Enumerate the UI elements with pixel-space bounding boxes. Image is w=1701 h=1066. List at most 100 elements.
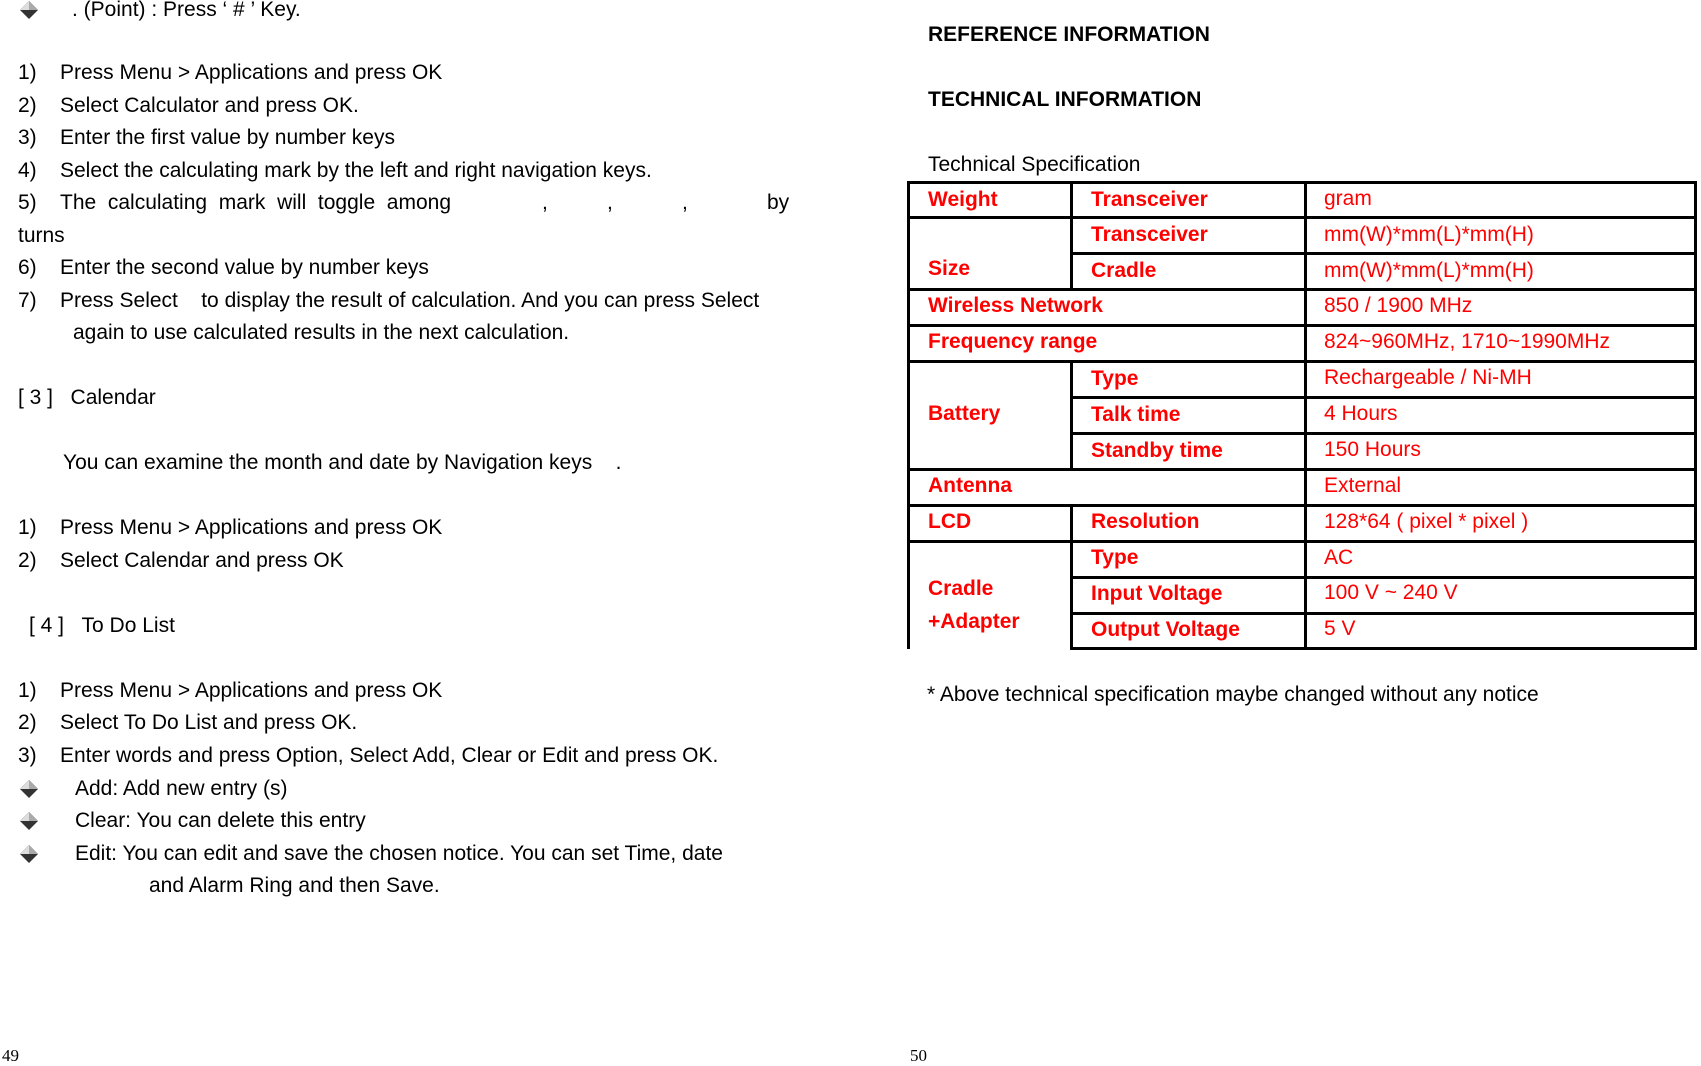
table-rule — [1070, 252, 1697, 255]
group-wireless-network: Wireless Network — [928, 294, 1103, 317]
table-rule — [907, 504, 1697, 507]
item-label: Output Voltage — [1091, 618, 1240, 641]
step-text: Select Calendar and press OK — [60, 549, 344, 572]
item-label: Cradle — [1091, 259, 1157, 282]
spec-footnote: * Above technical specification maybe ch… — [927, 683, 1539, 706]
group-cradle: Cradle — [928, 577, 994, 600]
calc-step-7-wrap: again to use calculated results in the n… — [73, 321, 570, 344]
item-label: Type — [1091, 546, 1139, 569]
item-label: Type — [1091, 367, 1139, 390]
table-border — [907, 181, 1697, 184]
value-cell: 5 V — [1324, 617, 1356, 640]
value-cell: 150 Hours — [1324, 438, 1421, 461]
section-heading-todo: [ 4 ] To Do List — [29, 614, 175, 638]
todo-bullet-add: Add: Add new entry (s) — [75, 777, 288, 800]
toggle-separator: , — [542, 191, 548, 214]
technical-heading: TECHNICAL INFORMATION — [928, 88, 1202, 111]
arrow-bullet-icon — [20, 1, 38, 19]
step-number: 2) — [18, 549, 37, 572]
table-rule — [1070, 360, 1073, 469]
todo-step-1: 1) Press Menu > Applications and press OK — [18, 679, 442, 703]
reference-heading: REFERENCE INFORMATION — [928, 23, 1210, 46]
step-number: 3) — [18, 126, 37, 149]
step-number: 1) — [18, 516, 37, 539]
step-text: The calculating mark will toggle among — [60, 191, 452, 214]
calc-step-1: 1) Press Menu > Applications and press OK — [18, 61, 442, 85]
group-battery: Battery — [928, 402, 1001, 425]
step-text: Press Menu > Applications and press OK — [60, 61, 443, 84]
step-number: 5) — [18, 191, 37, 214]
value-cell: 824~960MHz, 1710~1990MHz — [1324, 330, 1611, 353]
table-rule — [1070, 396, 1697, 399]
table-rule — [907, 468, 1697, 471]
table-border — [1694, 181, 1697, 650]
table-rule — [1070, 504, 1073, 650]
calendar-step-1: 1) Press Menu > Applications and press OK — [18, 516, 442, 540]
value-cell: Rechargeable / Ni-MH — [1324, 366, 1532, 389]
table-rule — [907, 324, 1697, 327]
arrow-bullet-icon — [20, 845, 38, 863]
group-antenna: Antenna — [928, 474, 1012, 497]
step-text: Select Calculator and press OK. — [60, 94, 359, 117]
spec-table: Weight Size Wireless Network Frequency r… — [907, 181, 1697, 650]
step-text: Press Menu > Applications and press OK — [60, 516, 443, 539]
item-label: Talk time — [1091, 403, 1181, 426]
item-label: Transceiver — [1091, 188, 1208, 211]
table-rule — [907, 360, 1697, 363]
step-number: 7) — [18, 289, 37, 312]
item-label: Resolution — [1091, 510, 1200, 533]
calc-step-7: 7) Press Select to display the result of … — [18, 289, 759, 313]
page-number: 49 — [2, 1046, 19, 1065]
calc-step-5-wrap: turns — [18, 224, 65, 247]
arrow-bullet-icon — [20, 780, 38, 798]
step-number: 4) — [18, 159, 37, 182]
value-cell: External — [1324, 474, 1402, 497]
arrow-bullet-icon — [20, 812, 38, 830]
calc-step-5: 5) The calculating mark will toggle among — [18, 191, 451, 215]
step-text: Press Menu > Applications and press OK — [60, 679, 443, 702]
step-text: Enter words and press Option, Select Add… — [60, 744, 719, 767]
value-cell: 100 V ~ 240 V — [1324, 581, 1458, 604]
todo-step-2: 2) Select To Do List and press OK. — [18, 711, 357, 735]
table-rule — [907, 288, 1697, 291]
table-rule — [1070, 612, 1697, 615]
toggle-separator: , — [607, 191, 613, 214]
table-rule — [1070, 576, 1697, 579]
left-page: . (Point) : Press ‘ # ’ Key. 1) Press Men… — [0, 0, 850, 1065]
step-text: Enter the second value by number keys — [60, 256, 429, 279]
value-cell: mm(W)*mm(L)*mm(H) — [1324, 259, 1534, 282]
group-adapter: +Adapter — [928, 610, 1020, 633]
table-rule — [1070, 181, 1073, 289]
table-rule — [1304, 181, 1307, 650]
calc-step-4: 4) Select the calculating mark by the lef… — [18, 159, 652, 183]
table-rule — [1070, 432, 1697, 435]
step-text: Press Select to display the result of ca… — [60, 289, 760, 312]
table-rule — [907, 540, 1697, 543]
group-lcd: LCD — [928, 510, 972, 533]
spec-caption: Technical Specification — [928, 153, 1141, 176]
calendar-step-2: 2) Select Calendar and press OK — [18, 549, 344, 573]
value-cell: 128*64 ( pixel * pixel ) — [1324, 510, 1529, 533]
section-title: Calendar — [70, 386, 156, 409]
calc-step-6: 6) Enter the second value by number keys — [18, 256, 429, 280]
value-cell: mm(W)*mm(L)*mm(H) — [1324, 223, 1534, 246]
group-frequency-range: Frequency range — [928, 330, 1098, 353]
step-number: 3) — [18, 744, 37, 767]
toggle-separator: , — [682, 191, 688, 214]
value-cell: AC — [1324, 546, 1354, 569]
todo-bullet-edit-wrap: and Alarm Ring and then Save. — [149, 874, 440, 897]
table-border — [1070, 647, 1697, 650]
calc-step-2: 2) Select Calculator and press OK. — [18, 94, 359, 118]
table-rule — [907, 216, 1697, 219]
group-weight: Weight — [928, 188, 998, 211]
todo-step-3: 3) Enter words and press Option, Select A… — [18, 744, 718, 768]
step-text: Select the calculating mark by the left … — [60, 159, 652, 182]
step-text: Enter the first value by number keys — [60, 126, 395, 149]
step-number: 6) — [18, 256, 37, 279]
item-label: Transceiver — [1091, 223, 1208, 246]
todo-bullet-edit: Edit: You can edit and save the chosen n… — [75, 842, 723, 865]
calendar-intro: You can examine the month and date by Na… — [63, 451, 622, 474]
toggle-by-word: by — [767, 191, 790, 214]
table-border — [907, 181, 910, 649]
group-size: Size — [928, 257, 971, 280]
